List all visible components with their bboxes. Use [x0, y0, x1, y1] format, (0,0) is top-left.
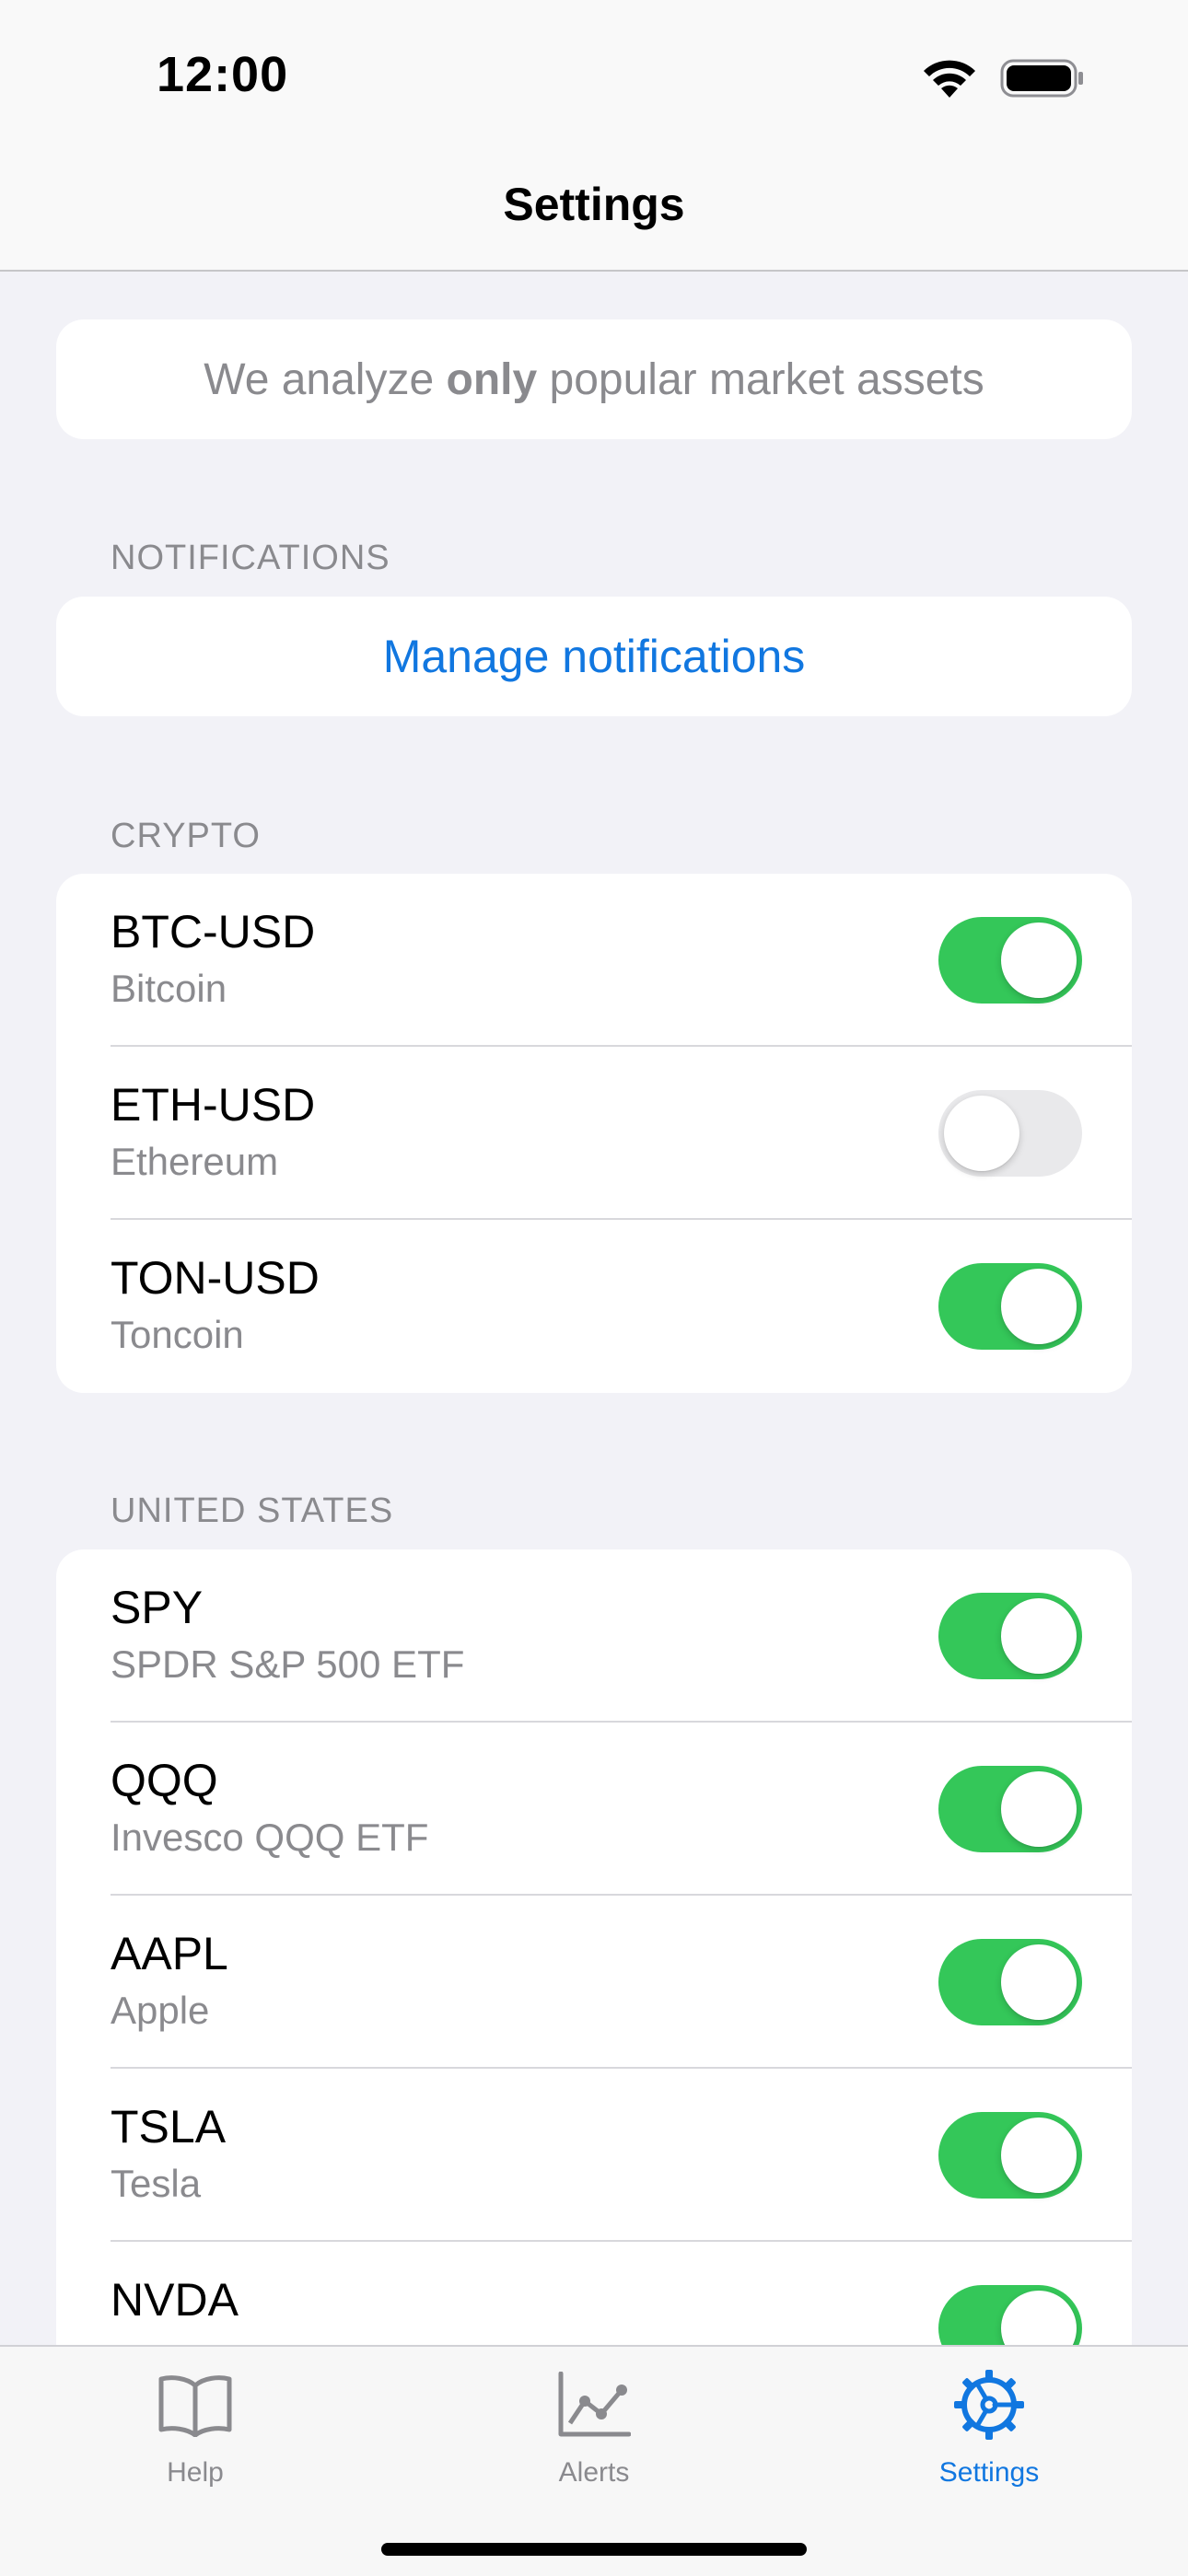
tab-label: Help — [167, 2457, 224, 2488]
asset-symbol: TON-USD — [111, 1252, 320, 1304]
battery-icon — [1000, 57, 1085, 104]
toggle-knob — [1001, 1598, 1077, 1674]
list-item-tsla[interactable]: TSLA Tesla — [56, 2069, 1132, 2242]
gear-icon — [949, 2365, 1029, 2444]
tab-label: Alerts — [558, 2457, 630, 2488]
toggle-knob — [1001, 1944, 1077, 2020]
tab-settings[interactable]: Settings — [869, 2365, 1109, 2503]
chart-icon — [554, 2365, 634, 2444]
toggle-qqq[interactable] — [938, 1766, 1082, 1852]
asset-name: Apple — [111, 1989, 210, 2032]
status-time: 12:00 — [157, 47, 289, 102]
toggle-tsla[interactable] — [938, 2112, 1082, 2199]
tab-bar: Help Alerts Settings — [0, 2345, 1188, 2576]
toggle-knob — [1001, 2118, 1077, 2193]
toggle-ton-usd[interactable] — [938, 1263, 1082, 1350]
toggle-spy[interactable] — [938, 1593, 1082, 1679]
asset-symbol: NVDA — [111, 2274, 239, 2326]
list-item-eth-usd[interactable]: ETH-USD Ethereum — [56, 1047, 1132, 1220]
navigation-bar: Settings — [0, 147, 1188, 272]
united-states-list: SPY SPDR S&P 500 ETF QQQ Invesco QQQ ETF… — [56, 1549, 1132, 2345]
asset-name: Tesla — [111, 2162, 202, 2205]
asset-name: Bitcoin — [111, 967, 227, 1010]
page-title: Settings — [503, 178, 685, 230]
toggle-knob — [1001, 1771, 1077, 1847]
list-item-ton-usd[interactable]: TON-USD Toncoin — [56, 1220, 1132, 1393]
asset-symbol: BTC-USD — [111, 906, 316, 957]
section-header-crypto: CRYPTO — [111, 817, 261, 855]
home-indicator[interactable] — [381, 2543, 807, 2556]
toggle-knob — [1001, 2291, 1077, 2345]
asset-name: Ethereum — [111, 1140, 279, 1183]
status-icons — [921, 57, 1085, 104]
info-text-suffix: popular market assets — [537, 354, 984, 404]
manage-notifications-button[interactable]: Manage notifications — [56, 597, 1132, 716]
asset-symbol: TSLA — [111, 2101, 227, 2152]
list-item-aapl[interactable]: AAPL Apple — [56, 1896, 1132, 2069]
crypto-list: BTC-USD Bitcoin ETH-USD Ethereum TON-USD… — [56, 874, 1132, 1393]
asset-name: Invesco QQQ ETF — [111, 1816, 429, 1859]
toggle-knob — [1001, 922, 1077, 998]
asset-symbol: SPY — [111, 1582, 204, 1633]
tab-help[interactable]: Help — [76, 2365, 315, 2503]
toggle-eth-usd[interactable] — [938, 1090, 1082, 1177]
toggle-aapl[interactable] — [938, 1939, 1082, 2025]
toggle-knob — [1001, 1269, 1077, 1344]
list-item-spy[interactable]: SPY SPDR S&P 500 ETF — [56, 1549, 1132, 1723]
list-item-nvda[interactable]: NVDA — [56, 2242, 1132, 2345]
info-text-prefix: We analyze — [204, 354, 447, 404]
asset-name: SPDR S&P 500 ETF — [111, 1642, 465, 1686]
asset-symbol: ETH-USD — [111, 1079, 316, 1131]
section-header-united-states: UNITED STATES — [111, 1491, 394, 1530]
toggle-nvda[interactable] — [938, 2285, 1082, 2345]
tab-label: Settings — [938, 2457, 1040, 2488]
settings-list[interactable]: We analyze only popular market assets NO… — [0, 272, 1188, 2345]
status-bar: 12:00 — [0, 0, 1188, 147]
list-item-qqq[interactable]: QQQ Invesco QQQ ETF — [56, 1723, 1132, 1896]
asset-symbol: QQQ — [111, 1755, 218, 1806]
tab-alerts[interactable]: Alerts — [474, 2365, 714, 2503]
asset-symbol: AAPL — [111, 1928, 228, 1979]
asset-name: Toncoin — [111, 1313, 244, 1356]
toggle-btc-usd[interactable] — [938, 917, 1082, 1004]
info-banner: We analyze only popular market assets — [56, 319, 1132, 439]
toggle-knob — [944, 1096, 1019, 1171]
book-icon — [156, 2365, 235, 2444]
info-text-emphasis: only — [446, 354, 538, 404]
list-item-btc-usd[interactable]: BTC-USD Bitcoin — [56, 874, 1132, 1047]
wifi-icon — [921, 57, 978, 104]
section-header-notifications: NOTIFICATIONS — [111, 539, 390, 577]
